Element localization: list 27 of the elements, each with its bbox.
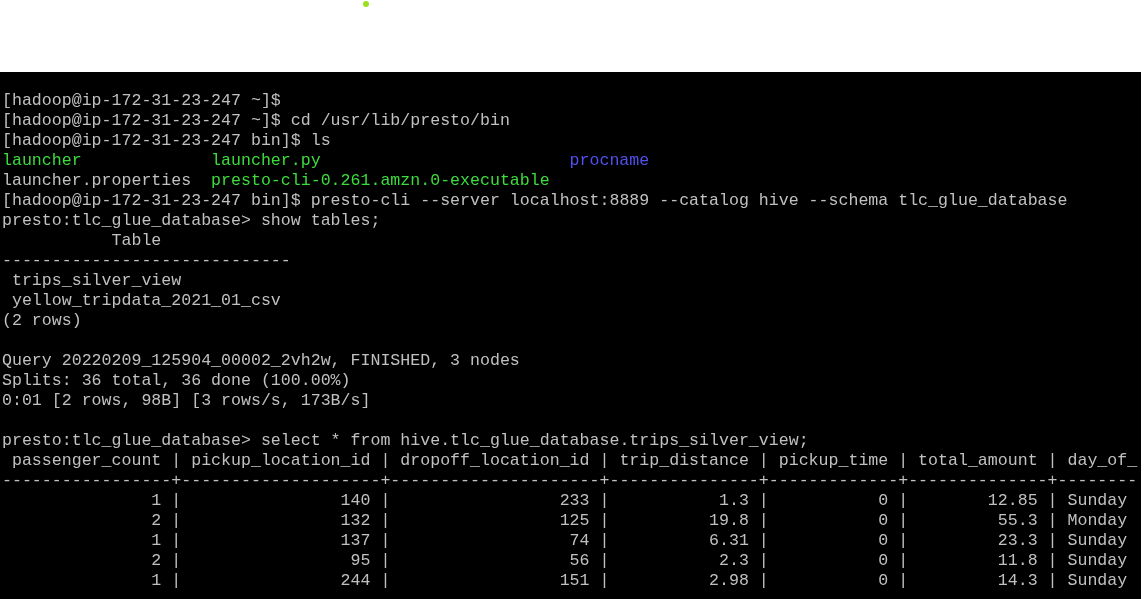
terminal-line: [hadoop@ip-172-31-23-247 bin]$ presto-cli --server localhost:8889 --catalog hive --schema tlc_glue_database [2,191,1069,211]
terminal-line: yellow_tripdata_2021_01_csv [10,291,282,311]
terminal-line: ----------------------------- [2,251,292,271]
terminal-line: passenger_count | pickup_location_id | dropoff_location_id | trip_distance | pickup_time | total_amount | day_of_ [10,451,1139,471]
terminal-line: Table [110,231,163,251]
file-name: launcher.properties [2,171,192,190]
terminal-line: [hadoop@ip-172-31-23-247 bin]$ ls [2,131,332,151]
terminal-line: presto:tlc_glue_database> show tables; [2,211,382,231]
indicator-dot [363,1,369,7]
terminal-line: 0:01 [2 rows, 98B] [3 rows/s, 173B/s] [2,391,372,411]
terminal-line: (2 rows) [2,311,83,331]
terminal-line: -----------------+--------------------+---------------------+---------------+-------------+--------------+-------- [2,471,1139,491]
terminal-line: 2 | 95 | 56 | 2.3 | 0 | 11.8 | Sunday [150,551,1129,571]
terminal-line: Query 20220209_125904_00002_2vh2w, FINISHED, 3 nodes [2,351,521,371]
terminal-line: 2 | 132 | 125 | 19.8 | 0 | 55.3 | Monday [150,511,1129,531]
terminal-line: 1 | 244 | 151 | 2.98 | 0 | 14.3 | Sunday [150,571,1129,591]
terminal-line: 1 | 137 | 74 | 6.31 | 0 | 23.3 | Sunday [150,531,1129,551]
file-name: procname [569,151,650,170]
terminal-line: Splits: 36 total, 36 done (100.00%) [2,371,352,391]
terminal-line: [hadoop@ip-172-31-23-247 ~]$ [2,91,282,111]
terminal-line: presto:tlc_glue_database> select * from hive.tlc_glue_database.trips_silver_view; [2,431,810,451]
file-name: launcher.py [211,151,321,170]
terminal-line: trips_silver_view [10,271,183,291]
file-name: launcher [2,151,82,170]
terminal-line: [hadoop@ip-172-31-23-247 ~]$ cd /usr/lib/presto/bin [2,111,511,131]
terminal-line: 1 | 140 | 233 | 1.3 | 0 | 12.85 | Sunday [150,491,1129,511]
file-name: presto-cli-0.261.amzn.0-executable [211,171,550,190]
